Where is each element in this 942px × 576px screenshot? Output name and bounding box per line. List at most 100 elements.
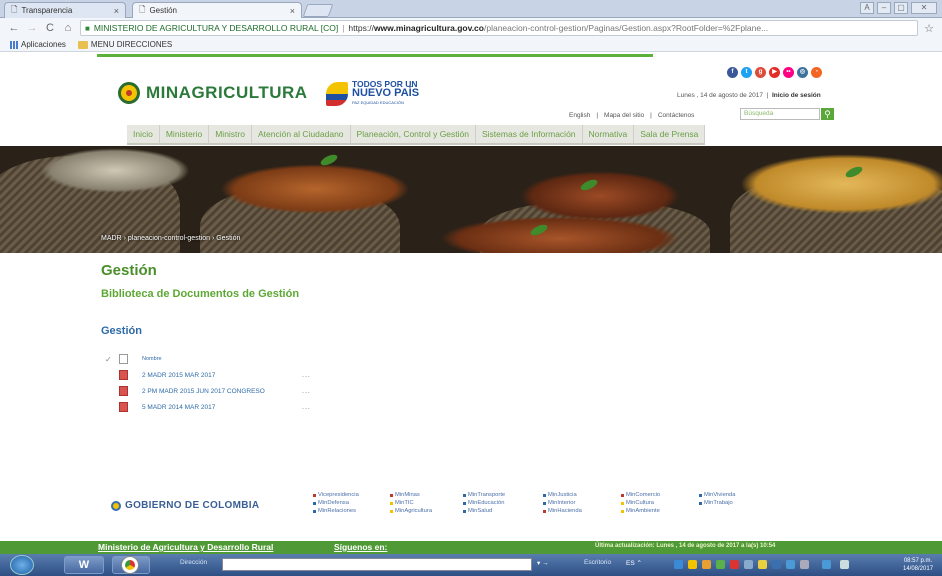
- profile-button[interactable]: A: [860, 2, 874, 14]
- close-tab-icon[interactable]: ×: [290, 6, 295, 16]
- breadcrumb-gestion: Gestión: [216, 235, 241, 242]
- url-bar[interactable]: ■ MINISTERIO DE AGRICULTURA Y DESARROLLO…: [80, 20, 918, 36]
- maximize-button[interactable]: ▢: [894, 2, 908, 14]
- menu-item-planeaci-n-control-y-gesti-n[interactable]: Planeación, Control y Gestión: [351, 125, 476, 143]
- main-menu: Inicio Ministerio Ministro Atención al Ciud…: [127, 125, 706, 145]
- ministry-link[interactable]: MinTIC: [390, 499, 463, 507]
- document-link[interactable]: 2 MADR 2015 MAR 2017: [142, 372, 302, 379]
- googleplus-icon[interactable]: g: [755, 67, 766, 78]
- table-row[interactable]: 2 PM MADR 2015 JUN 2017 CONGRESO...: [105, 383, 355, 399]
- twitter-icon[interactable]: t: [741, 67, 752, 78]
- tray-icon[interactable]: [786, 560, 795, 569]
- column-name-header[interactable]: Nombre: [142, 356, 162, 362]
- reload-icon[interactable]: C: [44, 22, 56, 34]
- menu-item-normativa[interactable]: Normativa: [583, 125, 635, 143]
- footer-ministry-link[interactable]: Ministerio de Agricultura y Desarrollo R…: [98, 542, 273, 552]
- link-contact[interactable]: Contáctenos: [658, 112, 695, 119]
- ministry-link[interactable]: MinHacienda: [543, 507, 621, 515]
- ministry-link[interactable]: MinComercio: [621, 491, 699, 499]
- minagricultura-logo[interactable]: MINAGRICULTURA: [118, 82, 308, 104]
- taskbar-address-input[interactable]: [222, 558, 532, 571]
- volume-icon[interactable]: [840, 560, 849, 569]
- network-icon[interactable]: [822, 560, 831, 569]
- rss-icon[interactable]: ◔: [811, 67, 822, 78]
- bullet-icon: [390, 493, 393, 497]
- slogan-line2: NUEVO PAÍS: [352, 87, 420, 99]
- menu-item-ministerio[interactable]: Ministerio: [160, 125, 210, 143]
- bookmark-star-icon[interactable]: ☆: [924, 22, 934, 35]
- bullet-icon: [313, 509, 316, 513]
- ministry-link[interactable]: MinEducación: [463, 499, 543, 507]
- menu-item-inicio[interactable]: Inicio: [127, 125, 160, 143]
- clock-time: 08:57 p.m.: [903, 558, 933, 564]
- bookmark-label: Aplicaciones: [21, 40, 66, 49]
- ministry-link[interactable]: MinTransporte: [463, 491, 543, 499]
- minimize-button[interactable]: –: [877, 2, 891, 14]
- breadcrumb-planeacion[interactable]: planeacion-control-gestion: [128, 235, 210, 242]
- bookmark-apps[interactable]: Aplicaciones: [10, 40, 66, 49]
- ministry-link[interactable]: MinVivienda: [699, 491, 769, 499]
- ministry-link[interactable]: MinInterior: [543, 499, 621, 507]
- desktop-toolbar-label[interactable]: Escritorio: [584, 559, 611, 566]
- forward-icon[interactable]: →: [26, 22, 38, 34]
- ministry-link[interactable]: MinRelaciones: [313, 507, 390, 515]
- menu-item-atenci-n-al-ciudadano[interactable]: Atención al Ciudadano: [252, 125, 351, 143]
- ministry-link[interactable]: MinTrabajo: [699, 499, 769, 507]
- tray-icon[interactable]: [688, 560, 697, 569]
- breadcrumb-madr[interactable]: MADR: [101, 235, 122, 242]
- item-menu-button[interactable]: ...: [302, 404, 311, 411]
- todos-por-un-nuevo-pais-logo[interactable]: TODOS POR UN NUEVO PAÍS PAZ EQUIDAD EDUC…: [326, 80, 419, 107]
- item-menu-button[interactable]: ...: [302, 388, 311, 395]
- link-site-map[interactable]: Mapa del sitio: [604, 112, 644, 119]
- tab-transparencia[interactable]: 🗋 Transparencia ×: [4, 2, 126, 18]
- ministry-link[interactable]: Vicepresidencia: [313, 491, 390, 499]
- select-all-checkbox[interactable]: ✓: [105, 355, 119, 364]
- tray-icon[interactable]: [702, 560, 711, 569]
- tray-icon[interactable]: [772, 560, 781, 569]
- ministry-link[interactable]: MinCultura: [621, 499, 699, 507]
- tray-icon[interactable]: [730, 560, 739, 569]
- tray-icon[interactable]: [674, 560, 683, 569]
- word-taskbar-button[interactable]: W: [64, 556, 104, 574]
- tray-icon[interactable]: [716, 560, 725, 569]
- ministry-link[interactable]: MinAgricultura: [390, 507, 463, 515]
- document-link[interactable]: 5 MADR 2014 MAR 2017: [142, 404, 302, 411]
- library-title[interactable]: Gestión: [101, 325, 142, 337]
- tray-icon[interactable]: [744, 560, 753, 569]
- home-icon[interactable]: ⌂: [62, 22, 74, 34]
- table-row[interactable]: 5 MADR 2014 MAR 2017...: [105, 399, 355, 415]
- gobierno-de-colombia-logo[interactable]: GOBIERNO DE COLOMBIA: [111, 500, 259, 511]
- menu-item-ministro[interactable]: Ministro: [209, 125, 252, 143]
- go-button[interactable]: ▾ →: [537, 559, 549, 567]
- ministry-link[interactable]: MinSalud: [463, 507, 543, 515]
- item-menu-button[interactable]: ...: [302, 372, 311, 379]
- close-window-button[interactable]: ✕: [911, 2, 937, 14]
- close-tab-icon[interactable]: ×: [114, 6, 119, 16]
- menu-item-sistemas-de-informaci-n[interactable]: Sistemas de Información: [476, 125, 583, 143]
- document-link[interactable]: 2 PM MADR 2015 JUN 2017 CONGRESO: [142, 388, 302, 395]
- ministry-link[interactable]: MinJusticia: [543, 491, 621, 499]
- menu-item-sala-de-prensa[interactable]: Sala de Prensa: [634, 125, 706, 143]
- facebook-icon[interactable]: f: [727, 67, 738, 78]
- taskbar-clock[interactable]: 08:57 p.m. 14/08/2017: [903, 557, 933, 573]
- login-link[interactable]: Inicio de sesión: [772, 92, 821, 99]
- start-button[interactable]: [10, 555, 34, 575]
- bookmark-menu-direcciones[interactable]: MENU DIRECCIONES: [77, 40, 172, 49]
- table-row[interactable]: 2 MADR 2015 MAR 2017...: [105, 367, 355, 383]
- ministry-link[interactable]: MinDefensa: [313, 499, 390, 507]
- back-icon[interactable]: ←: [8, 22, 20, 34]
- new-tab-button[interactable]: [302, 4, 334, 17]
- link-english[interactable]: English: [569, 112, 590, 119]
- tray-icon[interactable]: [800, 560, 809, 569]
- ministry-link[interactable]: MinAmbiente: [621, 507, 699, 515]
- search-input[interactable]: Búsqueda: [740, 108, 820, 120]
- flickr-icon[interactable]: ••: [783, 67, 794, 78]
- language-indicator[interactable]: ES ⌃: [626, 559, 642, 567]
- youtube-icon[interactable]: ▶: [769, 67, 780, 78]
- search-icon[interactable]: ⚲: [821, 108, 834, 120]
- instagram-icon[interactable]: ◎: [797, 67, 808, 78]
- tab-gestion[interactable]: 🗋 Gestión ×: [132, 2, 302, 18]
- bullet-icon: [621, 509, 624, 513]
- ministry-link[interactable]: MinMinas: [390, 491, 463, 499]
- tray-icon[interactable]: [758, 560, 767, 569]
